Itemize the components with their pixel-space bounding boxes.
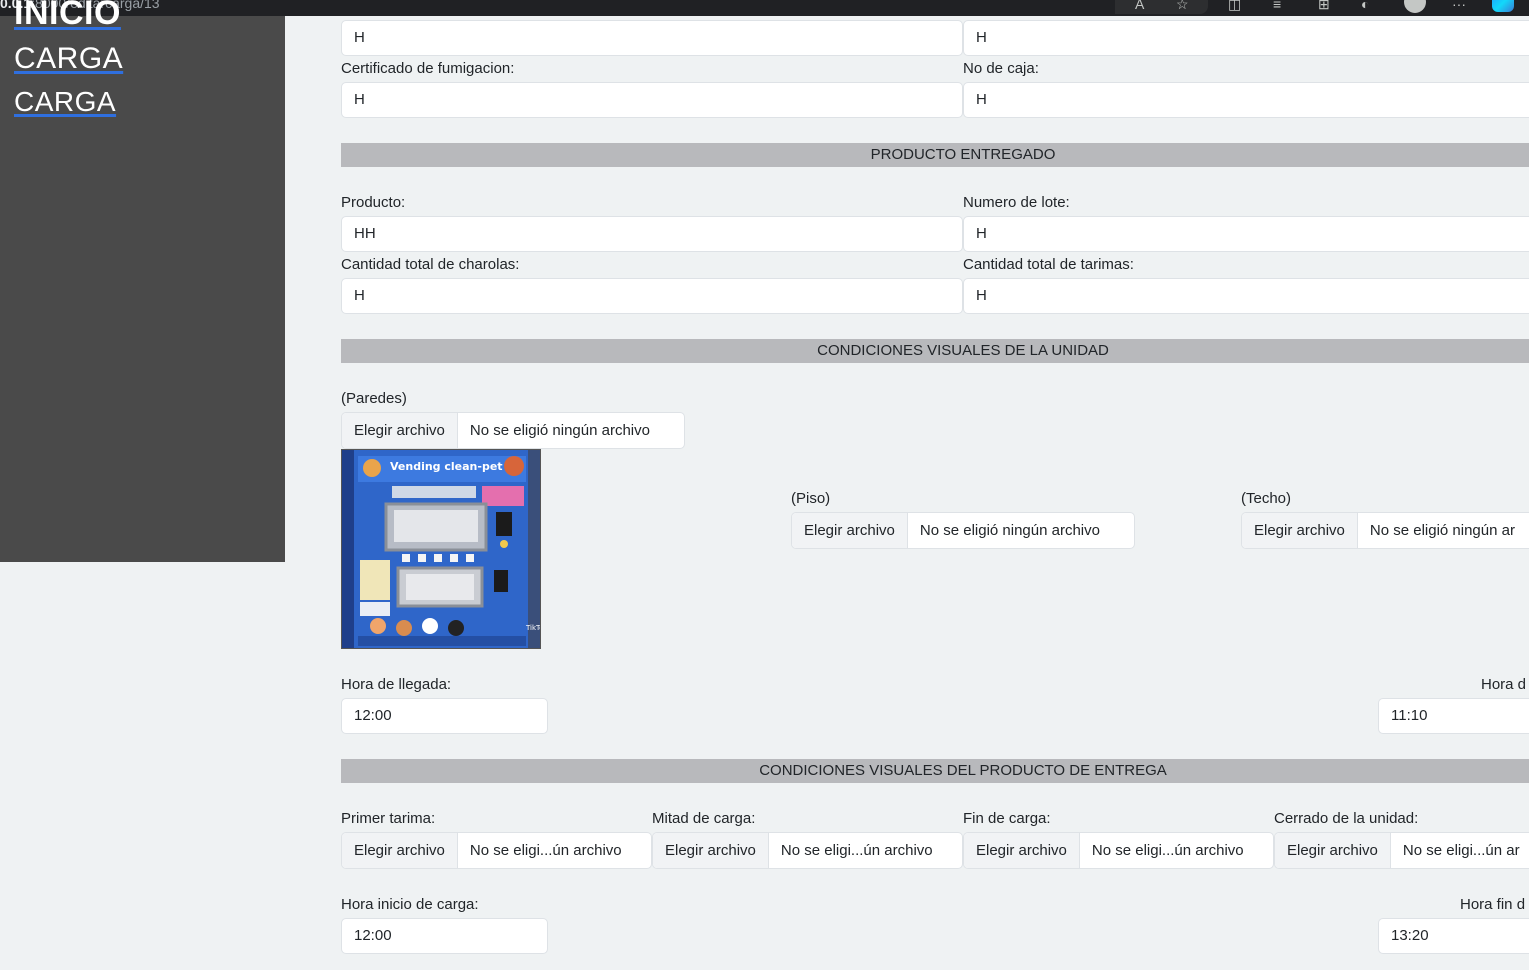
paredes-label: (Paredes) — [341, 390, 407, 407]
techo-label: (Techo) — [1241, 490, 1292, 507]
no-caja-label: No de caja: — [963, 60, 1039, 77]
hora-salida-label: Hora d — [1481, 676, 1527, 693]
piso-label: (Piso) — [791, 490, 831, 507]
hora-inicio-carga-input[interactable]: 12:00 — [341, 918, 548, 954]
no-caja-input[interactable]: H — [963, 82, 1529, 118]
certificado-input[interactable]: H — [341, 82, 963, 118]
mitad-carga-file-input[interactable]: Elegir archivo No se eligi...ún archivo — [652, 832, 963, 869]
producto-label: Producto: — [341, 194, 406, 211]
choose-file-button[interactable]: Elegir archivo — [1275, 833, 1391, 868]
more-menu-icon[interactable]: ··· — [1452, 0, 1466, 12]
piso-file-input[interactable]: Elegir archivo No se eligió ningún archi… — [791, 512, 1135, 549]
hora-fin-carga-label: Hora fin d — [1460, 896, 1526, 913]
tarimas-label: Cantidad total de tarimas: — [963, 256, 1134, 273]
lote-input[interactable]: H — [963, 216, 1529, 252]
read-aloud-icon[interactable]: A — [1135, 0, 1144, 12]
favorite-star-icon[interactable]: ☆ — [1176, 0, 1189, 12]
hora-fin-carga-input[interactable]: 13:20 — [1378, 918, 1529, 954]
fin-carga-file-input[interactable]: Elegir archivo No se eligi...ún archivo — [963, 832, 1274, 869]
charolas-input[interactable]: H — [341, 278, 963, 314]
charolas-label: Cantidad total de charolas: — [341, 256, 520, 273]
choose-file-button[interactable]: Elegir archivo — [342, 413, 458, 448]
sidebar-link-inicio[interactable]: INICIO — [14, 0, 121, 33]
section-header-condiciones-producto: CONDICIONES VISUALES DEL PRODUCTO DE ENT… — [341, 759, 1529, 783]
hora-llegada-label: Hora de llegada: — [341, 676, 452, 693]
top-right-input[interactable]: H — [963, 20, 1529, 56]
choose-file-button[interactable]: Elegir archivo — [792, 513, 908, 548]
file-status: No se eligi...ún archivo — [780, 842, 933, 859]
file-status: No se eligió ningún archivo — [919, 522, 1100, 539]
sidebar-link-carga[interactable]: CARGA — [14, 42, 123, 76]
cerrado-unidad-label: Cerrado de la unidad: — [1274, 810, 1419, 827]
top-left-input[interactable]: H — [341, 20, 963, 56]
fin-carga-label: Fin de carga: — [963, 810, 1051, 827]
address-bar-end — [1115, 0, 1208, 14]
mitad-carga-label: Mitad de carga: — [652, 810, 756, 827]
certificado-label: Certificado de fumigacion: — [341, 60, 515, 77]
choose-file-button[interactable]: Elegir archivo — [1242, 513, 1358, 548]
vending-title-text: Vending clean-pet — [390, 460, 503, 473]
section-header-condiciones-unidad: CONDICIONES VISUALES DE LA UNIDAD — [341, 339, 1529, 363]
extensions-icon[interactable]: ◐ — [1361, 0, 1369, 12]
section-title: PRODUCTO ENTREGADO — [870, 146, 1056, 163]
split-screen-icon[interactable]: ◫ — [1228, 0, 1241, 12]
techo-file-input[interactable]: Elegir archivo No se eligió ningún ar — [1241, 512, 1529, 549]
choose-file-button[interactable]: Elegir archivo — [342, 833, 458, 868]
file-status: No se eligi...ún archivo — [1091, 842, 1244, 859]
choose-file-button[interactable]: Elegir archivo — [964, 833, 1080, 868]
section-title: CONDICIONES VISUALES DE LA UNIDAD — [817, 342, 1109, 359]
sidebar: INICIO CARGA CARGA — [0, 0, 285, 562]
lote-label: Numero de lote: — [963, 194, 1070, 211]
paredes-image-preview: Vending clean-pet TikTok — [341, 449, 541, 649]
primer-tarima-label: Primer tarima: — [341, 810, 436, 827]
section-header-producto-entregado: PRODUCTO ENTREGADO — [341, 143, 1529, 167]
file-status: No se eligi...ún archivo — [469, 842, 622, 859]
file-status: No se eligió ningún ar — [1369, 522, 1515, 539]
favorites-list-icon[interactable]: ≡ — [1273, 0, 1281, 12]
hora-inicio-carga-label: Hora inicio de carga: — [341, 896, 479, 913]
tiktok-watermark: TikTok — [525, 624, 540, 632]
collections-icon[interactable]: ⊞ — [1318, 0, 1330, 12]
sidebar-link-carga-2[interactable]: CARGA — [14, 86, 116, 118]
profile-avatar-icon[interactable] — [1404, 0, 1426, 13]
cerrado-unidad-file-input[interactable]: Elegir archivo No se eligi...ún ar — [1274, 832, 1529, 869]
paredes-file-input[interactable]: Elegir archivo No se eligió ningún archi… — [341, 412, 685, 449]
choose-file-button[interactable]: Elegir archivo — [653, 833, 769, 868]
primer-tarima-file-input[interactable]: Elegir archivo No se eligi...ún archivo — [341, 832, 652, 869]
copilot-icon[interactable] — [1492, 0, 1514, 12]
producto-input[interactable]: HH — [341, 216, 963, 252]
tarimas-input[interactable]: H — [963, 278, 1529, 314]
file-status: No se eligi...ún ar — [1402, 842, 1520, 859]
hora-salida-input[interactable]: 11:10 — [1378, 698, 1529, 734]
section-title: CONDICIONES VISUALES DEL PRODUCTO DE ENT… — [759, 762, 1167, 779]
hora-llegada-input[interactable]: 12:00 — [341, 698, 548, 734]
file-status: No se eligió ningún archivo — [469, 422, 650, 439]
browser-toolbar: 0.0.1:8000/editarcarga/13 A ☆ ◫ ≡ ⊞ ◐ ··… — [0, 0, 1529, 16]
